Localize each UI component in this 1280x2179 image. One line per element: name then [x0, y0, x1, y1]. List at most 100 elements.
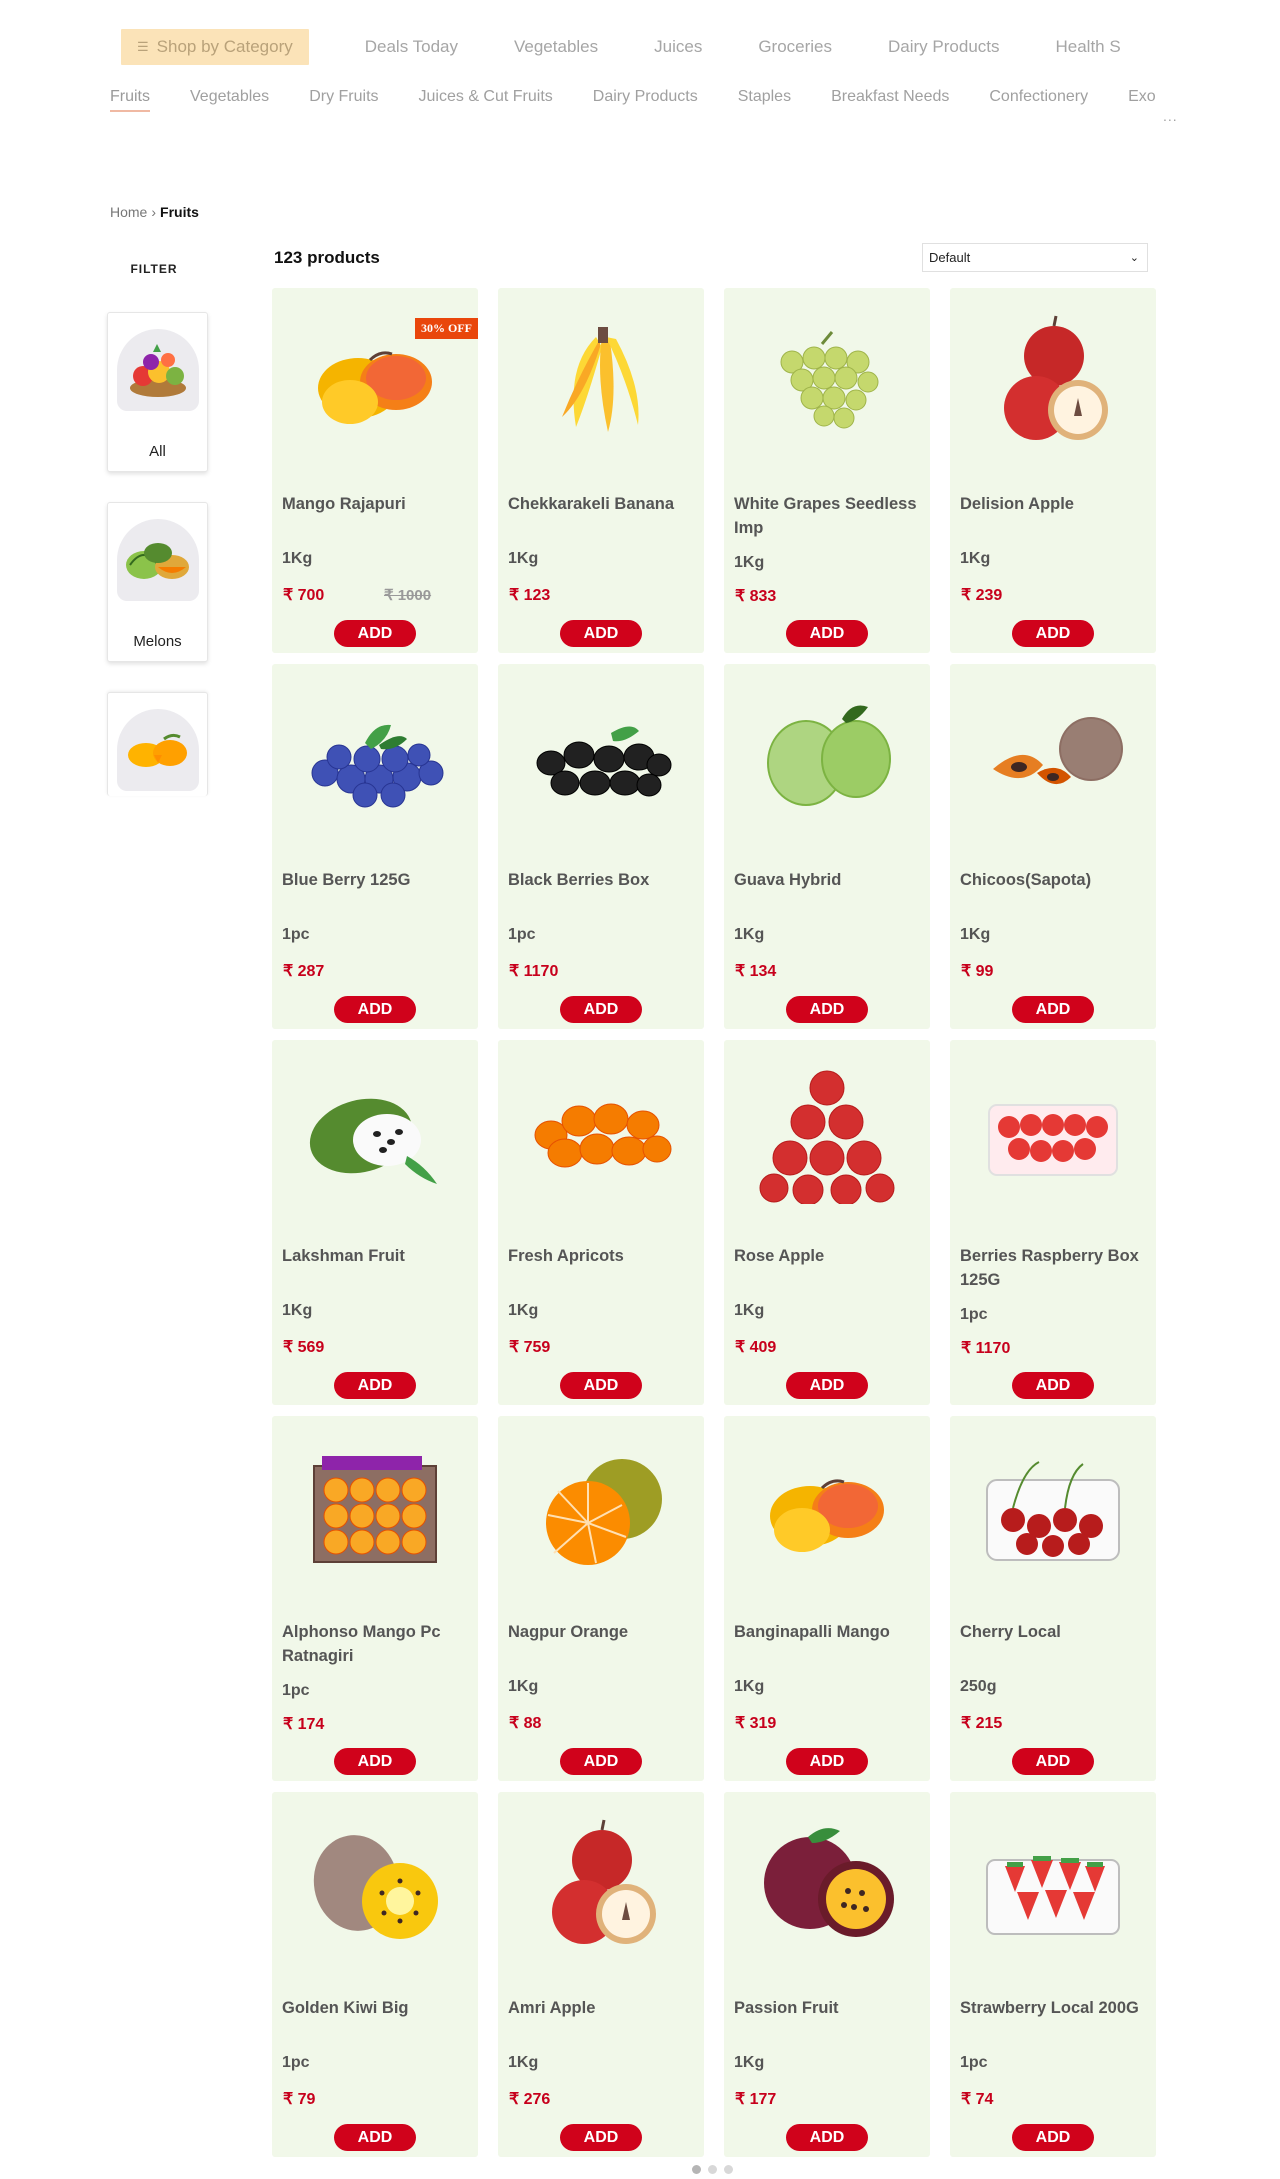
nav-link-health[interactable]: Health S [1056, 37, 1121, 57]
passion-fruit-icon[interactable] [747, 1816, 907, 1956]
product-name[interactable]: Amri Apple [508, 1996, 698, 2020]
product-name[interactable]: Black Berries Box [508, 868, 698, 892]
product-name[interactable]: Delision Apple [960, 492, 1150, 516]
sapota-icon[interactable] [973, 688, 1133, 828]
product-card[interactable]: Golden Kiwi Big 1pc ₹ 79 ADD [272, 1792, 478, 2157]
product-name[interactable]: White Grapes Seedless Imp [734, 492, 924, 540]
subnav-staples[interactable]: Staples [738, 88, 791, 110]
add-to-cart-button[interactable]: ADD [334, 620, 416, 647]
add-to-cart-button[interactable]: ADD [1012, 1372, 1094, 1399]
product-name[interactable]: Alphonso Mango Pc Ratnagiri [282, 1620, 472, 1668]
subnav-dry-fruits[interactable]: Dry Fruits [309, 88, 378, 110]
soursop-icon[interactable] [295, 1064, 455, 1204]
product-card[interactable]: Berries Raspberry Box 125G 1pc ₹ 1170 ADD [950, 1040, 1156, 1405]
product-name[interactable]: Mango Rajapuri [282, 492, 472, 516]
nav-link-groceries[interactable]: Groceries [758, 37, 832, 57]
product-card[interactable]: Chicoos(Sapota) 1Kg ₹ 99 ADD [950, 664, 1156, 1029]
mango-box-icon[interactable] [295, 1440, 455, 1580]
product-name[interactable]: Guava Hybrid [734, 868, 924, 892]
apricot-icon[interactable] [521, 1064, 681, 1204]
nav-link-vegetables[interactable]: Vegetables [514, 37, 598, 57]
product-card[interactable]: Guava Hybrid 1Kg ₹ 134 ADD [724, 664, 930, 1029]
banana-icon[interactable] [521, 312, 681, 452]
guava-icon[interactable] [747, 688, 907, 828]
apple-icon[interactable] [521, 1816, 681, 1956]
add-to-cart-button[interactable]: ADD [1012, 620, 1094, 647]
kiwi-icon[interactable] [295, 1816, 455, 1956]
add-to-cart-button[interactable]: ADD [1012, 996, 1094, 1023]
nav-link-juices[interactable]: Juices [654, 37, 702, 57]
cherry-icon[interactable] [973, 1440, 1133, 1580]
product-name[interactable]: Cherry Local [960, 1620, 1150, 1644]
product-name[interactable]: Passion Fruit [734, 1996, 924, 2020]
pagination-dot[interactable] [724, 2165, 733, 2174]
product-name[interactable]: Lakshman Fruit [282, 1244, 472, 1268]
add-to-cart-button[interactable]: ADD [786, 620, 868, 647]
add-to-cart-button[interactable]: ADD [1012, 2124, 1094, 2151]
product-name[interactable]: Chekkarakeli Banana [508, 492, 698, 516]
nav-link-deals[interactable]: Deals Today [365, 37, 458, 57]
product-card[interactable]: Strawberry Local 200G 1pc ₹ 74 ADD [950, 1792, 1156, 2157]
add-to-cart-button[interactable]: ADD [560, 996, 642, 1023]
nav-link-dairy[interactable]: Dairy Products [888, 37, 999, 57]
add-to-cart-button[interactable]: ADD [786, 996, 868, 1023]
mango-icon[interactable] [747, 1440, 907, 1580]
blueberry-icon[interactable] [295, 688, 455, 828]
add-to-cart-button[interactable]: ADD [560, 2124, 642, 2151]
subnav-vegetables[interactable]: Vegetables [190, 88, 269, 110]
sort-select[interactable]: Default ⌄ [922, 243, 1148, 272]
add-to-cart-button[interactable]: ADD [560, 1372, 642, 1399]
add-to-cart-button[interactable]: ADD [560, 620, 642, 647]
add-to-cart-button[interactable]: ADD [560, 1748, 642, 1775]
product-name[interactable]: Fresh Apricots [508, 1244, 698, 1268]
add-to-cart-button[interactable]: ADD [786, 2124, 868, 2151]
subnav-confectionery[interactable]: Confectionery [989, 88, 1088, 110]
filter-category-melons[interactable]: Melons [107, 502, 208, 662]
strawberry-icon[interactable] [973, 1816, 1133, 1956]
add-to-cart-button[interactable]: ADD [786, 1748, 868, 1775]
rose-apple-icon[interactable] [747, 1064, 907, 1204]
subnav-breakfast-needs[interactable]: Breakfast Needs [831, 88, 949, 110]
product-name[interactable]: Golden Kiwi Big [282, 1996, 472, 2020]
product-card[interactable]: 30% OFF Mango Rajapuri 1Kg ₹ 700 ₹ 1000 ADD [272, 288, 478, 653]
grapes-icon[interactable] [747, 312, 907, 452]
add-to-cart-button[interactable]: ADD [334, 2124, 416, 2151]
add-to-cart-button[interactable]: ADD [1012, 1748, 1094, 1775]
subnav-dairy-products[interactable]: Dairy Products [593, 88, 698, 110]
product-card[interactable]: Delision Apple 1Kg ₹ 239 ADD [950, 288, 1156, 653]
filter-category-mangoes[interactable] [107, 692, 208, 796]
orange-icon[interactable] [521, 1440, 681, 1580]
add-to-cart-button[interactable]: ADD [334, 996, 416, 1023]
subnav-fruits[interactable]: Fruits [110, 88, 150, 112]
add-to-cart-button[interactable]: ADD [334, 1748, 416, 1775]
product-name[interactable]: Blue Berry 125G [282, 868, 472, 892]
subnav-more-indicator[interactable]: ... [1163, 108, 1178, 124]
product-name[interactable]: Rose Apple [734, 1244, 924, 1268]
filter-category-all[interactable]: All [107, 312, 208, 472]
product-card[interactable]: Fresh Apricots 1Kg ₹ 759 ADD [498, 1040, 704, 1405]
product-card[interactable]: Blue Berry 125G 1pc ₹ 287 ADD [272, 664, 478, 1029]
add-to-cart-button[interactable]: ADD [786, 1372, 868, 1399]
pagination-dot[interactable] [708, 2165, 717, 2174]
product-name[interactable]: Chicoos(Sapota) [960, 868, 1150, 892]
blackberry-icon[interactable] [521, 688, 681, 828]
shop-by-category-button[interactable]: ☰ Shop by Category [121, 29, 309, 65]
product-name[interactable]: Nagpur Orange [508, 1620, 698, 1644]
product-card[interactable]: Passion Fruit 1Kg ₹ 177 ADD [724, 1792, 930, 2157]
raspberry-icon[interactable] [973, 1064, 1133, 1204]
subnav-juices-cut-fruits[interactable]: Juices & Cut Fruits [419, 88, 553, 110]
pagination-dot[interactable] [692, 2165, 701, 2174]
product-card[interactable]: Banginapalli Mango 1Kg ₹ 319 ADD [724, 1416, 930, 1781]
product-card[interactable]: Nagpur Orange 1Kg ₹ 88 ADD [498, 1416, 704, 1781]
product-card[interactable]: Lakshman Fruit 1Kg ₹ 569 ADD [272, 1040, 478, 1405]
subnav-exotic[interactable]: Exo [1128, 88, 1156, 110]
product-card[interactable]: Black Berries Box 1pc ₹ 1170 ADD [498, 664, 704, 1029]
product-card[interactable]: White Grapes Seedless Imp 1Kg ₹ 833 ADD [724, 288, 930, 653]
product-name[interactable]: Berries Raspberry Box 125G [960, 1244, 1150, 1292]
add-to-cart-button[interactable]: ADD [334, 1372, 416, 1399]
product-card[interactable]: Alphonso Mango Pc Ratnagiri 1pc ₹ 174 ADD [272, 1416, 478, 1781]
product-name[interactable]: Banginapalli Mango [734, 1620, 924, 1644]
breadcrumb-home[interactable]: Home [110, 204, 147, 220]
product-card[interactable]: Rose Apple 1Kg ₹ 409 ADD [724, 1040, 930, 1405]
product-name[interactable]: Strawberry Local 200G [960, 1996, 1150, 2020]
